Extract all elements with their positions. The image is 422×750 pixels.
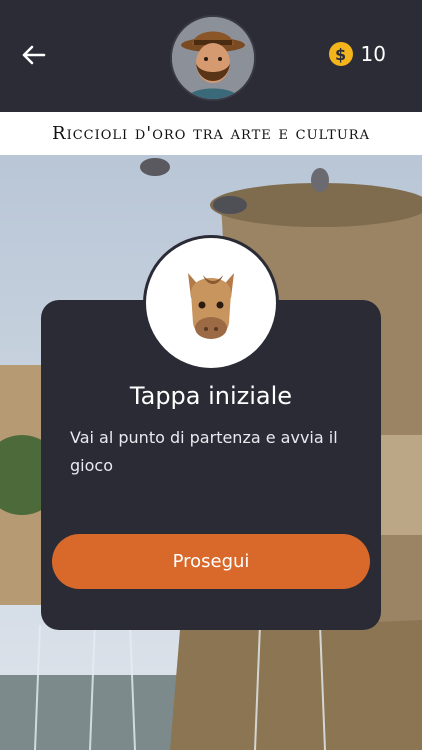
dollar-coin-icon: $ [328, 42, 353, 66]
back-button[interactable] [18, 40, 48, 70]
arrow-left-icon [22, 45, 46, 65]
route-title-bar: Riccioli d'oro tra arte e cultura [0, 112, 422, 155]
modal-title: Tappa iniziale [129, 382, 293, 410]
horse-badge [143, 235, 279, 371]
modal-text: Vai al punto di partenza e avvia il gioc… [70, 428, 338, 475]
horse-head-icon [188, 273, 234, 339]
coins-counter: $ 10 [328, 42, 386, 66]
avatar [170, 15, 256, 101]
continue-button[interactable]: Prosegui [52, 534, 370, 589]
route-title: Riccioli d'oro tra arte e cultura [52, 123, 370, 144]
top-bar: $ 10 [0, 0, 422, 112]
coins-count: 10 [360, 42, 386, 66]
